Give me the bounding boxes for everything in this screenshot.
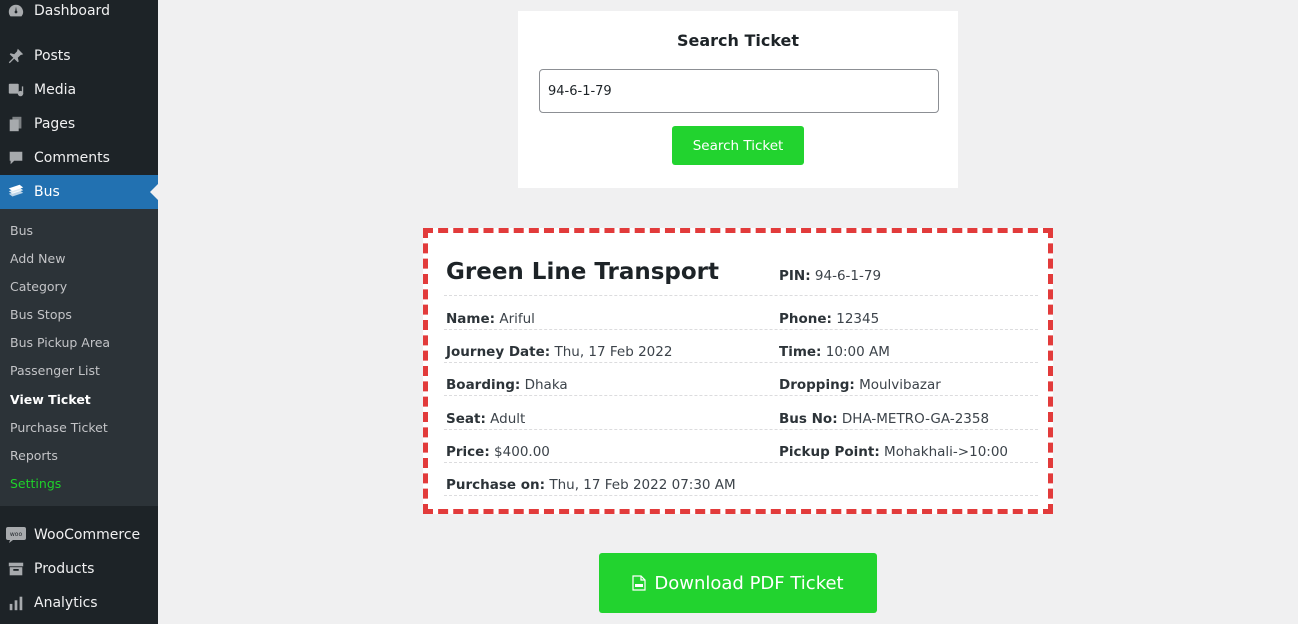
menu-label: Bus xyxy=(34,184,60,200)
dashboard-icon xyxy=(6,1,26,21)
ticket-card: Green Line Transport PIN: 94-6-1-79 Name… xyxy=(423,228,1053,514)
menu-comments[interactable]: Comments xyxy=(0,141,158,175)
pdf-file-icon xyxy=(632,575,646,591)
submenu-bus-stops[interactable]: Bus Stops xyxy=(10,307,72,322)
bus-no-field: Bus No: DHA-METRO-GA-2358 xyxy=(779,411,990,427)
submenu-category[interactable]: Category xyxy=(10,279,67,294)
submenu-view-ticket[interactable]: View Ticket xyxy=(10,392,91,407)
pin-field: PIN: 94-6-1-79 xyxy=(779,268,882,284)
submenu-bus[interactable]: Bus xyxy=(10,223,33,238)
submenu-passenger-list[interactable]: Passenger List xyxy=(10,363,100,378)
menu-label: WooCommerce xyxy=(34,527,141,543)
search-title: Search Ticket xyxy=(676,31,800,50)
time-field: Time: 10:00 AM xyxy=(779,344,890,360)
download-label: Download PDF Ticket xyxy=(654,572,844,594)
menu-posts[interactable]: Posts xyxy=(0,39,158,73)
menu-bus[interactable]: Bus xyxy=(0,175,158,209)
submenu-settings[interactable]: Settings xyxy=(10,476,61,491)
menu-label: Comments xyxy=(34,150,110,166)
bus-icon xyxy=(6,182,26,202)
menu-products[interactable]: Products xyxy=(0,552,158,586)
comment-icon xyxy=(6,148,26,168)
submenu-bus-pickup-area[interactable]: Bus Pickup Area xyxy=(10,335,110,350)
menu-label: Pages xyxy=(34,116,76,132)
submenu-purchase-ticket[interactable]: Purchase Ticket xyxy=(10,420,108,435)
menu-label: Posts xyxy=(34,48,71,64)
menu-media[interactable]: Media xyxy=(0,73,158,107)
boarding-field: Boarding: Dhaka xyxy=(446,377,568,393)
search-ticket-button[interactable]: Search Ticket xyxy=(672,126,804,165)
ticket-pin-input[interactable] xyxy=(539,69,939,113)
name-field: Name: Ariful xyxy=(446,311,535,327)
menu-label: Products xyxy=(34,561,95,577)
company-name: Green Line Transport xyxy=(446,259,720,285)
chart-icon xyxy=(6,593,26,613)
bus-submenu: Bus Add New Category Bus Stops Bus Picku… xyxy=(0,209,158,506)
admin-sidebar: Dashboard Posts Media Pages Comments Bus… xyxy=(0,0,158,624)
menu-pages[interactable]: Pages xyxy=(0,107,158,141)
submenu-reports[interactable]: Reports xyxy=(10,448,58,463)
media-icon xyxy=(6,80,26,100)
search-ticket-card: Search Ticket Search Ticket xyxy=(518,11,958,188)
price-field: Price: $400.00 xyxy=(446,444,550,460)
seat-field: Seat: Adult xyxy=(446,411,526,427)
download-pdf-button[interactable]: Download PDF Ticket xyxy=(599,553,877,613)
submenu-add-new[interactable]: Add New xyxy=(10,251,65,266)
dropping-field: Dropping: Moulvibazar xyxy=(779,377,941,393)
menu-woocommerce[interactable]: woo WooCommerce xyxy=(0,518,158,552)
woo-icon: woo xyxy=(6,525,26,545)
journey-date-field: Journey Date: Thu, 17 Feb 2022 xyxy=(446,344,673,360)
menu-label: Media xyxy=(34,82,77,98)
menu-label: Dashboard xyxy=(34,3,110,19)
pickup-point-field: Pickup Point: Mohakhali->10:00 xyxy=(779,444,1009,460)
menu-dashboard[interactable]: Dashboard xyxy=(0,0,158,28)
menu-label: Analytics xyxy=(34,595,98,611)
purchase-on-field: Purchase on: Thu, 17 Feb 2022 07:30 AM xyxy=(446,477,736,493)
phone-field: Phone: 12345 xyxy=(779,311,880,327)
pages-icon xyxy=(6,114,26,134)
svg-text:woo: woo xyxy=(10,531,23,538)
pin-icon xyxy=(6,46,26,66)
archive-icon xyxy=(6,559,26,579)
menu-analytics[interactable]: Analytics xyxy=(0,586,158,620)
